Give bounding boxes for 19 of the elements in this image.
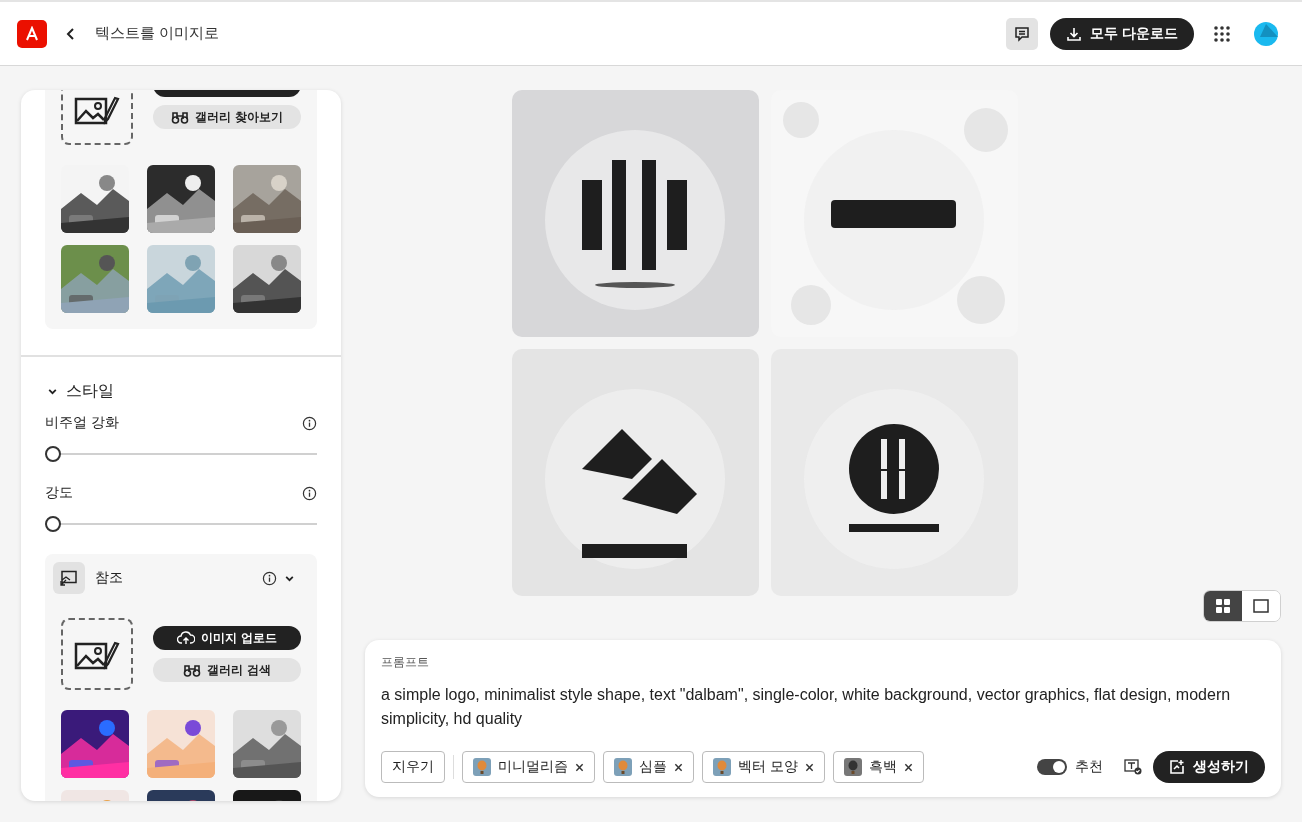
generate-button[interactable]: 생성하기 bbox=[1153, 751, 1265, 783]
upload-button[interactable]: 이미지 업로드 bbox=[153, 626, 301, 650]
style-chip[interactable]: 심플 bbox=[603, 751, 694, 783]
clear-button[interactable]: 지우기 bbox=[381, 751, 445, 783]
download-all-button[interactable]: 모두 다운로드 bbox=[1050, 17, 1194, 50]
toggle-label: 추천 bbox=[1075, 758, 1103, 776]
slider-label: 강도 bbox=[45, 484, 73, 502]
style-chip[interactable]: 미니멀리즘 bbox=[462, 751, 595, 783]
page-title: 텍스트를 이미지로 bbox=[95, 24, 220, 43]
slider-label: 비주얼 강화 bbox=[45, 414, 119, 432]
prompt-field[interactable]: a simple logo, minimalist style shape, text "dalbam", single-color, white background, vector graphics, flat design, modern simplicity, hd quality bbox=[381, 683, 1265, 731]
prompt-label: 프롬프트 bbox=[381, 654, 430, 671]
style-chip[interactable]: 흑백 bbox=[832, 751, 924, 783]
gallery-button[interactable]: 갤러리 검색 bbox=[153, 658, 301, 682]
style-section-header[interactable]: 스타일 bbox=[21, 381, 341, 402]
gallery-button[interactable]: 갤러리 찾아보기 bbox=[153, 105, 301, 129]
style-chip[interactable]: 벡터 모양 bbox=[702, 751, 825, 783]
section-title: 스타일 bbox=[66, 381, 114, 401]
section-title: 참조 bbox=[95, 569, 124, 587]
